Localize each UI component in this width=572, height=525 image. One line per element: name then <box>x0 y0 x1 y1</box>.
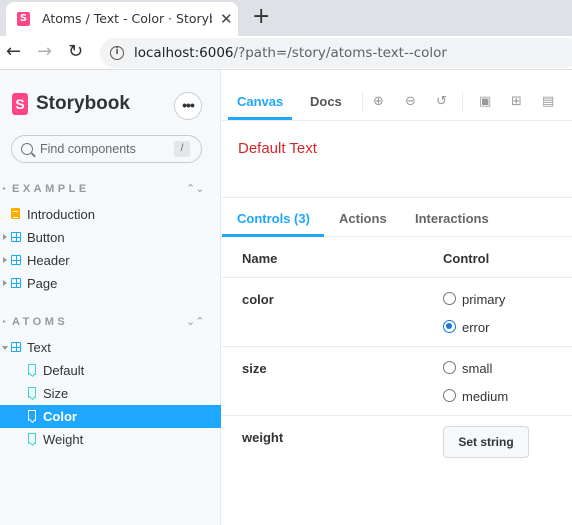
radio-label-error[interactable]: error <box>462 320 489 335</box>
sidebar-item-size[interactable]: Size <box>0 382 221 405</box>
row-divider <box>222 346 572 347</box>
sidebar-item-label: Text <box>27 340 51 355</box>
radio-medium[interactable] <box>443 389 456 402</box>
caret-right-icon <box>3 234 7 240</box>
set-string-button[interactable]: Set string <box>443 426 529 458</box>
divider <box>462 92 463 112</box>
group-header-atoms[interactable]: ▸ ATOMS ⌄⌃ <box>0 313 221 333</box>
tab-interactions[interactable]: Interactions <box>415 211 489 226</box>
column-header-control: Control <box>443 251 490 266</box>
background-icon[interactable]: ▣ <box>479 94 491 109</box>
storybook-logo-icon: S <box>12 93 28 115</box>
sidebar-item-label: Color <box>43 409 77 424</box>
brand-name: Storybook <box>36 93 130 114</box>
sidebar-item-label: Weight <box>43 432 84 447</box>
sidebar-item-page[interactable]: Page <box>0 272 221 295</box>
sidebar-item-text[interactable]: Text <box>0 336 221 359</box>
browser-toolbar: ← → ↻ i localhost:6006/?path=/story/atom… <box>0 36 572 70</box>
url-text[interactable]: localhost:6006/?path=/story/atoms-text--… <box>134 45 447 61</box>
component-icon <box>11 232 21 242</box>
caret-down-icon <box>2 346 8 350</box>
browser-tab-strip: S Atoms / Text - Color · Storybook ✕ + <box>0 0 572 36</box>
active-tab-indicator <box>222 234 324 237</box>
sidebar-item-color[interactable]: Color <box>0 405 221 428</box>
zoom-reset-icon[interactable]: ↺ <box>436 94 447 109</box>
component-icon <box>11 342 21 352</box>
sidebar-item-label: Default <box>43 363 85 378</box>
sidebar-item-default[interactable]: Default <box>0 359 221 382</box>
radio-primary[interactable] <box>443 292 456 305</box>
search-shortcut: / <box>174 141 190 157</box>
tab-title: Atoms / Text - Color · Storybook <box>42 11 212 26</box>
sidebar-item-header[interactable]: Header <box>0 249 221 272</box>
forward-arrow-icon[interactable]: → <box>37 42 52 62</box>
bookmark-icon <box>28 410 36 421</box>
sidebar: S Storybook ••• / ▸ EXAMPLE ⌃⌄ Introduct… <box>0 70 221 525</box>
sidebar-item-label: Page <box>27 276 58 291</box>
browser-tab[interactable]: S Atoms / Text - Color · Storybook ✕ <box>6 2 238 36</box>
sidebar-item-label: Size <box>43 386 69 401</box>
row-divider <box>222 277 572 278</box>
info-icon[interactable]: i <box>110 46 124 60</box>
prop-name-size: size <box>242 361 267 376</box>
group-label: ATOMS <box>12 316 69 328</box>
tab-docs[interactable]: Docs <box>310 94 342 109</box>
row-divider <box>222 415 572 416</box>
sidebar-item-label: Header <box>27 253 70 268</box>
caret-right-icon <box>3 257 7 263</box>
search-icon <box>21 143 33 155</box>
search-input[interactable] <box>40 142 170 156</box>
close-icon[interactable]: ✕ <box>220 11 233 27</box>
main-panel: Canvas Docs ⊕ ⊖ ↺ ▣ ⊞ ▤ Default Text Con… <box>222 70 572 525</box>
radio-label-primary[interactable]: primary <box>462 292 505 307</box>
tab-canvas[interactable]: Canvas <box>237 94 283 109</box>
column-header-name: Name <box>242 251 278 266</box>
new-tab-button[interactable]: + <box>252 6 270 28</box>
canvas-toolbar: Canvas Docs ⊕ ⊖ ↺ ▣ ⊞ ▤ <box>222 82 572 121</box>
radio-error[interactable] <box>443 320 456 333</box>
reload-icon[interactable]: ↻ <box>68 42 83 62</box>
collapse-toggle-icon[interactable]: ⌄⌃ <box>186 315 204 328</box>
search-box[interactable]: / <box>11 135 202 163</box>
sidebar-item-label: Button <box>27 230 65 245</box>
sidebar-item-button[interactable]: Button <box>0 226 221 249</box>
divider <box>362 92 363 112</box>
radio-label-medium[interactable]: medium <box>462 389 508 404</box>
active-tab-indicator <box>228 117 292 120</box>
preview-text: Default Text <box>238 140 317 157</box>
storybook-favicon-icon: S <box>17 12 30 26</box>
menu-button[interactable]: ••• <box>174 92 202 120</box>
back-arrow-icon[interactable]: ← <box>6 42 21 62</box>
document-icon <box>11 208 20 219</box>
expand-toggle-icon[interactable]: ⌃⌄ <box>186 182 204 195</box>
tab-actions[interactable]: Actions <box>339 211 387 226</box>
address-bar[interactable]: i localhost:6006/?path=/story/atoms-text… <box>100 38 572 68</box>
prop-name-weight: weight <box>242 430 284 445</box>
sidebar-item-introduction[interactable]: Introduction <box>0 203 221 226</box>
component-icon <box>11 255 21 265</box>
sidebar-item-label: Introduction <box>27 207 95 222</box>
radio-small[interactable] <box>443 361 456 374</box>
bookmark-icon <box>28 387 36 398</box>
component-icon <box>11 278 21 288</box>
viewport-icon[interactable]: ▤ <box>542 94 554 109</box>
caret-icon: ▸ <box>3 319 7 325</box>
caret-icon: ▸ <box>3 186 7 192</box>
zoom-out-icon[interactable]: ⊖ <box>405 94 416 109</box>
radio-label-small[interactable]: small <box>462 361 492 376</box>
addons-tab-bar: Controls (3) Actions Interactions <box>222 197 572 237</box>
grid-icon[interactable]: ⊞ <box>511 94 522 109</box>
prop-name-color: color <box>242 292 274 307</box>
caret-right-icon <box>3 280 7 286</box>
group-label: EXAMPLE <box>12 183 90 195</box>
group-header-example[interactable]: ▸ EXAMPLE ⌃⌄ <box>0 180 221 200</box>
bookmark-icon <box>28 364 36 375</box>
bookmark-icon <box>28 433 36 444</box>
tab-controls[interactable]: Controls (3) <box>237 211 310 226</box>
zoom-in-icon[interactable]: ⊕ <box>373 94 384 109</box>
sidebar-item-weight[interactable]: Weight <box>0 428 221 451</box>
